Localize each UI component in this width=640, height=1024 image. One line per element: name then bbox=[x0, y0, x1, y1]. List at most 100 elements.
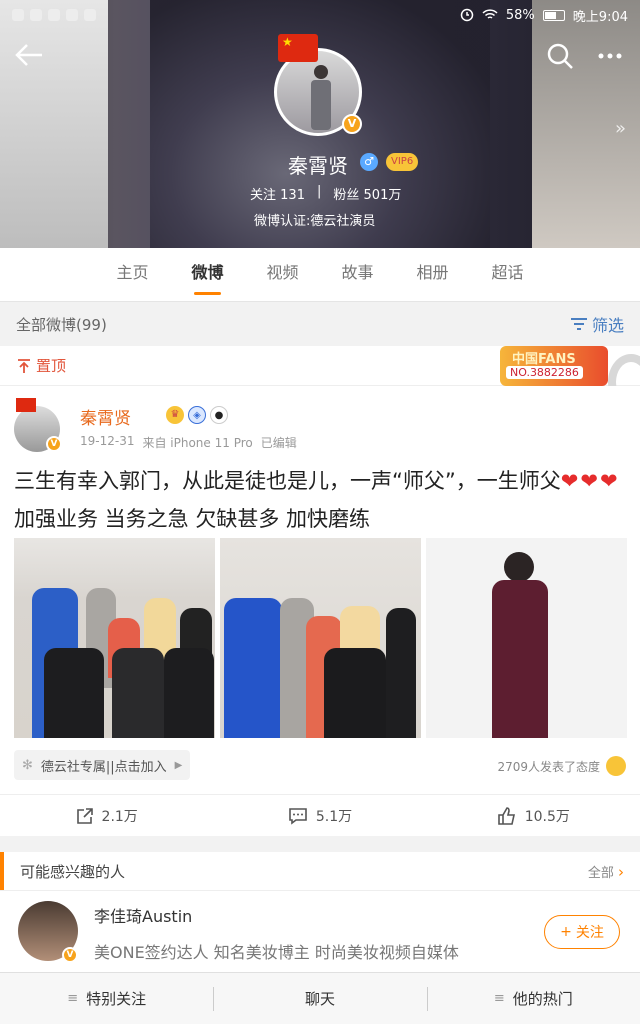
status-bar: 58% 晚上9:04 bbox=[0, 0, 640, 30]
bottom-action-bar: ≡ 特别关注 聊天 ≡ 他的热门 bbox=[0, 972, 640, 1024]
photo-figure bbox=[492, 580, 548, 738]
double-chevron-right-icon[interactable]: » bbox=[615, 118, 626, 139]
tab-weibo[interactable]: 微博 bbox=[170, 248, 245, 301]
filter-button[interactable]: 筛选 bbox=[570, 312, 624, 336]
search-icon[interactable] bbox=[546, 42, 574, 70]
group-chip-label: 德云社专属||点击加入 bbox=[40, 759, 167, 775]
photo-figure-head bbox=[504, 552, 534, 582]
post-photo-1[interactable] bbox=[14, 538, 215, 738]
stat-divider: | bbox=[316, 184, 322, 199]
photo-figure bbox=[164, 648, 214, 738]
chevron-right-icon: › bbox=[618, 862, 624, 881]
profile-stats: 关注 131 | 粉丝 501万 bbox=[250, 184, 401, 203]
repost-button[interactable]: 2.1万 bbox=[0, 795, 213, 836]
profile-name: 秦霄贤 bbox=[288, 154, 348, 178]
recommend-title: 可能感兴趣的人 bbox=[20, 862, 126, 881]
reactions-text: 2709人发表了态度 bbox=[497, 759, 600, 774]
panda-icon: ● bbox=[210, 406, 228, 424]
follow-count: 131 bbox=[280, 188, 305, 203]
special-follow-label: 特别关注 bbox=[86, 990, 147, 1008]
avatar-figure bbox=[311, 65, 331, 130]
verified-v-icon: V bbox=[342, 114, 362, 134]
like-button[interactable]: 10.5万 bbox=[427, 795, 640, 836]
app-notification-icon bbox=[66, 9, 78, 21]
profile-header: 58% 晚上9:04 » V 秦霄贤 ♂ VIP6 关注 131 | 粉丝 50… bbox=[0, 0, 640, 248]
pin-top-icon bbox=[18, 358, 30, 373]
post-actions: 2.1万 5.1万 10.5万 bbox=[0, 794, 640, 836]
tab-story[interactable]: 故事 bbox=[320, 248, 395, 301]
back-arrow-icon[interactable] bbox=[14, 42, 44, 68]
cover-left-panel bbox=[0, 0, 108, 248]
recommend-user-desc: 美ONE签约达人 知名美妆博主 时尚美妆视频自媒体 bbox=[94, 943, 459, 962]
vip-badge[interactable]: VIP6 bbox=[386, 153, 419, 171]
tab-video[interactable]: 视频 bbox=[245, 248, 320, 301]
heart-emojis: ❤❤❤ bbox=[560, 469, 620, 493]
pinned-label-wrap: 置顶 bbox=[16, 355, 66, 376]
wifi-icon bbox=[482, 9, 498, 19]
reactions-summary[interactable]: 2709人发表了态度 bbox=[497, 756, 626, 776]
tab-supertopic[interactable]: 超话 bbox=[470, 248, 545, 301]
profile-tabs: 主页 微博 视频 故事 相册 超话 bbox=[0, 248, 640, 302]
filter-label: 筛选 bbox=[591, 316, 624, 335]
certification-text: 微博认证:德云社演员 bbox=[254, 214, 376, 229]
shield-badge-icon: ◈ bbox=[188, 406, 206, 424]
fans-badge-number: NO.3882286 bbox=[506, 366, 583, 379]
weibo-post-card: V 秦霄贤 ♛ ◈ ● 19-12-31 来自 iPhone 11 Pro 已编… bbox=[0, 386, 640, 836]
recommend-user-item[interactable]: V 李佳琦Austin 美ONE签约达人 知名美妆博主 时尚美妆视频自媒体 + … bbox=[0, 890, 640, 972]
tab-home[interactable]: 主页 bbox=[95, 248, 170, 301]
china-flag-icon bbox=[278, 34, 318, 62]
battery-icon bbox=[542, 9, 565, 21]
follow-button[interactable]: + 关注 bbox=[544, 915, 620, 949]
fans-label: 粉丝 bbox=[333, 188, 360, 203]
smile-emoji-icon bbox=[606, 756, 626, 776]
recommend-all-link[interactable]: 全部 › bbox=[588, 862, 624, 881]
post-photo-3[interactable] bbox=[426, 538, 627, 738]
chat-button[interactable]: 聊天 bbox=[213, 973, 426, 1024]
author-badges: ♛ ◈ ● bbox=[166, 406, 228, 424]
notification-icons bbox=[12, 9, 96, 21]
post-author-name[interactable]: 秦霄贤 bbox=[80, 404, 131, 429]
recommend-all-label: 全部 bbox=[587, 865, 614, 881]
post-text: 三生有幸入郭门，从此是徒也是儿，一声“师父”，一生师父❤❤❤ 加强业务 当务之急… bbox=[14, 462, 626, 538]
post-meta: 19-12-31 来自 iPhone 11 Pro 已编辑 bbox=[80, 434, 297, 451]
group-chip[interactable]: ✻ 德云社专属||点击加入 ▶ bbox=[14, 750, 191, 780]
app-notification-icon bbox=[48, 9, 60, 21]
menu-icon: ≡ bbox=[493, 991, 505, 1006]
recommend-user-name[interactable]: 李佳琦Austin bbox=[94, 903, 192, 927]
special-follow-button[interactable]: ≡ 特别关注 bbox=[0, 973, 213, 1024]
thumbs-up-icon bbox=[497, 806, 515, 825]
more-options-icon[interactable] bbox=[596, 42, 624, 70]
filter-icon bbox=[570, 318, 587, 330]
fans-badge-title: 中国FANS bbox=[512, 352, 576, 367]
repost-icon bbox=[76, 807, 93, 824]
comment-count: 5.1万 bbox=[315, 808, 353, 825]
vip-crown-icon: ♛ bbox=[166, 406, 184, 424]
post-text-part2: 加强业务 当务之急 欠缺甚多 加快磨练 bbox=[14, 507, 371, 531]
verified-v-icon: V bbox=[46, 436, 62, 452]
china-flag-icon bbox=[16, 398, 36, 412]
post-edited: 已编辑 bbox=[260, 436, 297, 450]
follow-label: 关注 bbox=[250, 188, 277, 203]
fans-stat[interactable]: 粉丝 501万 bbox=[333, 184, 401, 203]
plus-icon: + bbox=[560, 924, 572, 940]
post-date: 19-12-31 bbox=[80, 434, 135, 448]
male-gender-icon: ♂ bbox=[360, 153, 378, 171]
hot-posts-button[interactable]: ≡ 他的热门 bbox=[426, 973, 640, 1024]
tab-album[interactable]: 相册 bbox=[395, 248, 470, 301]
comment-icon bbox=[289, 807, 307, 825]
follow-button-label: 关注 bbox=[575, 925, 604, 941]
pinned-label: 置顶 bbox=[36, 357, 67, 375]
post-text-part1: 三生有幸入郭门，从此是徒也是儿，一声“师父”，一生师父 bbox=[14, 469, 561, 493]
post-photo-2[interactable] bbox=[220, 538, 421, 738]
post-source: 来自 iPhone 11 Pro bbox=[142, 436, 253, 450]
photo-figure bbox=[112, 648, 164, 738]
fans-count: 501万 bbox=[363, 188, 402, 203]
battery-percent: 58% bbox=[505, 7, 535, 23]
china-fans-badge[interactable]: 中国FANS NO.3882286 bbox=[500, 346, 608, 386]
verified-v-icon: V bbox=[62, 947, 78, 963]
comment-button[interactable]: 5.1万 bbox=[213, 795, 426, 836]
clock: 晚上9:04 bbox=[572, 9, 628, 25]
recommend-header: 可能感兴趣的人 全部 › bbox=[0, 852, 640, 890]
follow-stat[interactable]: 关注 131 bbox=[250, 184, 305, 203]
photo-figure bbox=[324, 648, 386, 738]
